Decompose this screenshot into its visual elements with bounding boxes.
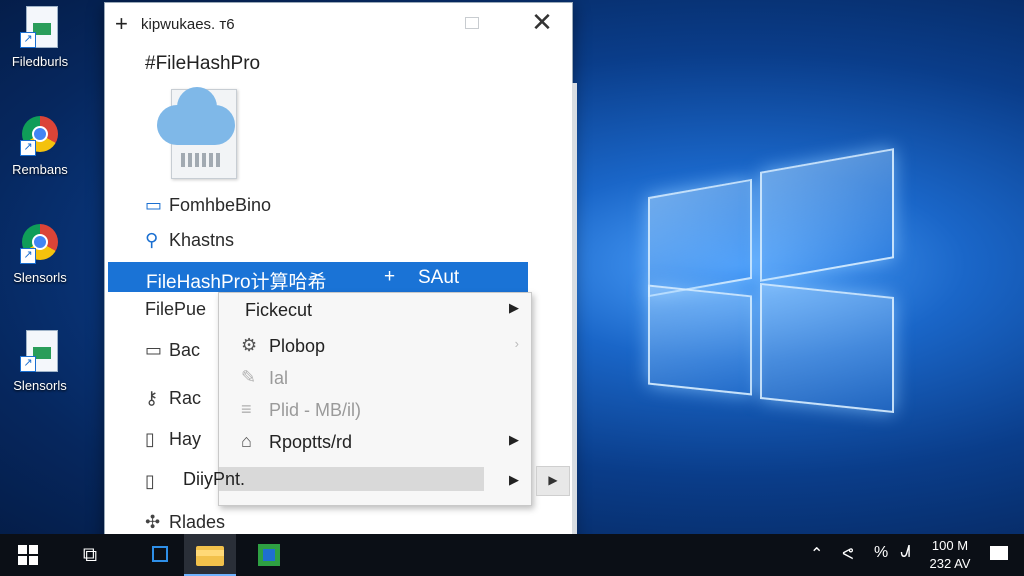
folder-icon: [196, 546, 224, 566]
lines-icon: ≡: [241, 399, 252, 419]
context-submenu: Fickecut ▶ ⚙ Plobop › ✎ Ial ≡ Plid - MB/…: [183, 292, 532, 506]
task-view-icon: ⧉: [82, 544, 98, 566]
key-icon: ⚷: [145, 388, 159, 408]
desktop: ↗ Filedburls ↗ Rembans ↗ Slensorls ↗ Sle…: [0, 0, 1024, 576]
row-label: Khastns: [169, 230, 235, 250]
network-icon[interactable]: ᕙ: [842, 544, 854, 564]
book-icon: ▯: [145, 429, 155, 449]
windows-logo-wallpaper: [590, 148, 910, 430]
chevron-up-icon[interactable]: ⌃: [810, 544, 823, 564]
document-icon: ↗: [18, 6, 62, 50]
maximize-icon[interactable]: [465, 17, 479, 29]
taskbar-app-store[interactable]: [244, 534, 292, 576]
document-icon: ↗: [18, 330, 62, 374]
submenu-item-label: Plobop: [269, 336, 326, 356]
row-fomhbebino[interactable]: ▭ FomhbeBino: [145, 195, 271, 216]
battery-icon[interactable]: ᗂ: [900, 544, 911, 562]
row-book[interactable]: ▯: [145, 471, 169, 492]
row-filepue[interactable]: FilePue: [145, 299, 206, 320]
desktop-icon-slensorls[interactable]: ↗ Slensorls: [4, 218, 76, 308]
submenu-item-label: Plid - MB/il): [269, 400, 362, 420]
row-hay[interactable]: ▯ Hay: [145, 429, 201, 450]
row-rlades[interactable]: ✣ Rlades: [145, 512, 225, 533]
app-name: #FileHashPro: [145, 53, 261, 74]
row-label: FilePue: [145, 299, 207, 319]
desktop-icon-label: Slensorls: [13, 378, 67, 393]
chevron-right-icon: ▶: [509, 432, 519, 447]
chevron-right-icon: ›: [514, 336, 519, 351]
pencil-icon: ✎: [241, 367, 257, 387]
plus-icon: +: [384, 266, 396, 287]
scrollbar[interactable]: [572, 83, 577, 543]
row-label: Hay: [169, 429, 202, 449]
home-icon: ⌂: [241, 431, 252, 451]
context-item-filehashpro[interactable]: FileHashPro计算哈希 + SAut: [108, 262, 528, 293]
task-view-button[interactable]: ⧉: [68, 534, 112, 576]
volume-icon[interactable]: %: [874, 544, 888, 562]
app-icon: [258, 544, 280, 566]
row-label: Bac: [169, 340, 201, 360]
submenu-item-label: Fickecut: [245, 300, 313, 320]
start-button[interactable]: [0, 534, 56, 576]
monitor-icon: ▭: [145, 195, 163, 215]
window-title: kipwukaes. т6: [141, 16, 235, 33]
clock-date: 232 AV: [929, 556, 971, 571]
gear-icon: ⚙: [241, 335, 258, 355]
tool-icon: ⚲: [145, 230, 159, 250]
book-icon: ▯: [145, 471, 155, 491]
submenu-item-plid[interactable]: ≡ Plid - MB/il): [219, 395, 531, 425]
submenu-item-fickecut[interactable]: Fickecut ▶: [219, 295, 531, 325]
context-item-action: SAut: [418, 267, 460, 288]
clock[interactable]: 100 M 232 AV: [924, 537, 976, 573]
puzzle-icon: ✣: [145, 512, 161, 532]
more-button[interactable]: ▶: [536, 466, 570, 496]
notifications-button[interactable]: [980, 534, 1020, 576]
plus-icon: +: [115, 11, 128, 36]
desktop-icon-rembans[interactable]: ↗ Rembans: [4, 110, 76, 200]
close-button[interactable]: ✕: [530, 7, 554, 38]
row-khastns[interactable]: ⚲ Khastns: [145, 230, 234, 251]
submenu-item-label: Rpoptts/rd: [269, 432, 353, 452]
submenu-item-plobop[interactable]: ⚙ Plobop ›: [219, 331, 531, 361]
chrome-icon: ↗: [18, 114, 62, 158]
taskbar-app-window[interactable]: [140, 534, 180, 576]
drive-icon: ▭: [145, 340, 163, 360]
title-bar[interactable]: + kipwukaes. т6 ✕: [105, 3, 572, 43]
submenu-item-label: DiiyPnt.: [183, 469, 246, 489]
cloud-file-icon: [157, 83, 237, 179]
row-rac[interactable]: ⚷ Rac: [145, 388, 201, 409]
submenu-item-ial[interactable]: ✎ Ial: [219, 363, 531, 393]
context-item-label: FileHashPro计算哈希: [146, 272, 327, 293]
row-label: Rac: [169, 388, 202, 408]
window-icon: [152, 546, 168, 562]
row-label: FomhbeBino: [169, 195, 272, 215]
taskbar-file-explorer[interactable]: [184, 534, 236, 576]
desktop-icon-filedburls[interactable]: ↗ Filedburls: [4, 2, 76, 92]
submenu-item-label: Ial: [269, 368, 289, 388]
chevron-right-icon: ▶: [509, 300, 519, 315]
submenu-item-rpoptts[interactable]: ⌂ Rpoptts/rd ▶: [219, 427, 531, 457]
clock-time: 100 M: [931, 538, 969, 553]
row-label: Rlades: [169, 512, 226, 532]
windows-icon: [18, 545, 38, 565]
chevron-right-icon: ▶: [509, 472, 519, 487]
chrome-icon: ↗: [18, 222, 62, 266]
taskbar: ⧉ ⌃ ᕙ % ᗂ 100 M 232 AV: [0, 534, 1024, 576]
row-bac[interactable]: ▭ Bac: [145, 340, 200, 361]
desktop-icon-slensorls-2[interactable]: ↗ Slensorls: [4, 326, 76, 416]
submenu-item-diiypnt[interactable]: DiiyPnt.: [183, 467, 484, 491]
notification-icon: [990, 546, 1008, 560]
desktop-icon-label: Slensorls: [13, 270, 67, 285]
desktop-icon-label: Filedburls: [11, 54, 69, 69]
desktop-icon-label: Rembans: [12, 162, 68, 177]
